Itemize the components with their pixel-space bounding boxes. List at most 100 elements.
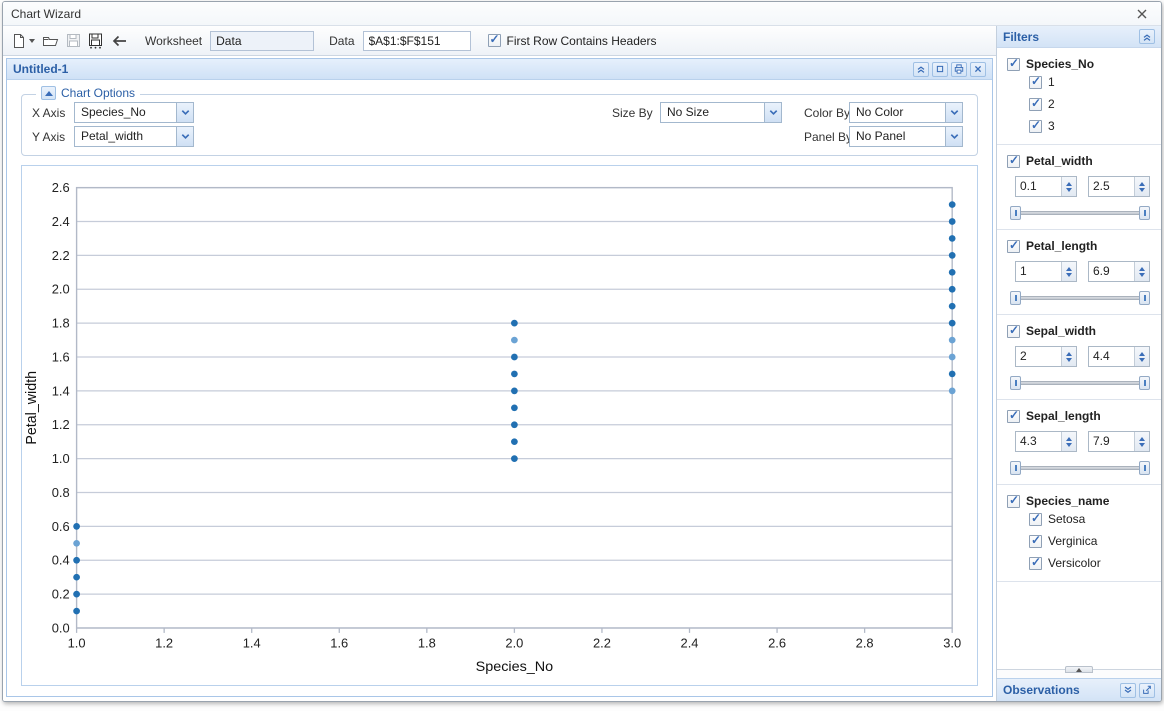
slider-handle-left[interactable] bbox=[1010, 376, 1021, 390]
slider-handle-left[interactable] bbox=[1010, 291, 1021, 305]
max-value[interactable]: 7.9 bbox=[1089, 432, 1134, 451]
range-slider[interactable] bbox=[1010, 206, 1150, 220]
max-spinbox[interactable]: 4.4 bbox=[1088, 346, 1150, 367]
option-checkbox[interactable] bbox=[1029, 557, 1042, 570]
filter-checkbox[interactable] bbox=[1007, 495, 1020, 508]
filter-option-verginica[interactable]: Verginica bbox=[1029, 530, 1153, 552]
max-spinbox[interactable]: 7.9 bbox=[1088, 431, 1150, 452]
min-spinbox[interactable]: 4.3 bbox=[1015, 431, 1077, 452]
slider-handle-right[interactable] bbox=[1139, 291, 1150, 305]
spin-up-icon[interactable] bbox=[1066, 352, 1072, 356]
filter-checkbox[interactable] bbox=[1007, 410, 1020, 423]
y-axis-dropdown[interactable]: Petal_width bbox=[74, 126, 194, 147]
worksheet-field[interactable] bbox=[210, 31, 314, 51]
filter-checkbox[interactable] bbox=[1007, 155, 1020, 168]
slider-track[interactable] bbox=[1010, 466, 1150, 470]
doc-close-button[interactable] bbox=[970, 62, 986, 77]
slider-handle-right[interactable] bbox=[1139, 206, 1150, 220]
doc-restore-button[interactable] bbox=[932, 62, 948, 77]
doc-collapse-button[interactable] bbox=[913, 62, 929, 77]
spin-down-icon[interactable] bbox=[1139, 443, 1145, 447]
size-by-dropdown[interactable]: No Size bbox=[660, 102, 782, 123]
option-checkbox[interactable] bbox=[1029, 98, 1042, 111]
spinner-buttons[interactable] bbox=[1134, 432, 1149, 451]
min-value[interactable]: 0.1 bbox=[1016, 177, 1061, 196]
spin-down-icon[interactable] bbox=[1139, 358, 1145, 362]
tab-untitled-1[interactable]: Untitled-1 bbox=[13, 62, 68, 76]
filter-checkbox[interactable] bbox=[1007, 240, 1020, 253]
spin-down-icon[interactable] bbox=[1139, 188, 1145, 192]
filter-toggle-species_name[interactable]: Species_name bbox=[1007, 494, 1153, 508]
spin-up-icon[interactable] bbox=[1066, 437, 1072, 441]
first-row-headers-group[interactable]: First Row Contains Headers bbox=[488, 34, 657, 48]
filter-toggle-petal_length[interactable]: Petal_length bbox=[1007, 239, 1153, 253]
filter-toggle-sepal_length[interactable]: Sepal_length bbox=[1007, 409, 1153, 423]
spinner-buttons[interactable] bbox=[1061, 177, 1076, 196]
range-slider[interactable] bbox=[1010, 376, 1150, 390]
filter-toggle-sepal_width[interactable]: Sepal_width bbox=[1007, 324, 1153, 338]
slider-handle-right[interactable] bbox=[1139, 376, 1150, 390]
first-row-checkbox[interactable] bbox=[488, 34, 501, 47]
slider-track[interactable] bbox=[1010, 381, 1150, 385]
min-value[interactable]: 2 bbox=[1016, 347, 1061, 366]
splitter-handle[interactable] bbox=[1065, 666, 1093, 673]
range-slider[interactable] bbox=[1010, 291, 1150, 305]
filters-collapse-button[interactable] bbox=[1139, 29, 1155, 44]
window-close-button[interactable] bbox=[1131, 5, 1153, 23]
panel-by-dropdown[interactable]: No Panel bbox=[849, 126, 963, 147]
spinner-buttons[interactable] bbox=[1134, 347, 1149, 366]
filter-checkbox[interactable] bbox=[1007, 58, 1020, 71]
slider-track[interactable] bbox=[1010, 211, 1150, 215]
x-axis-dropdown[interactable]: Species_No bbox=[74, 102, 194, 123]
doc-print-button[interactable] bbox=[951, 62, 967, 77]
back-button[interactable] bbox=[108, 29, 130, 53]
min-spinbox[interactable]: 1 bbox=[1015, 261, 1077, 282]
spin-down-icon[interactable] bbox=[1066, 273, 1072, 277]
spin-up-icon[interactable] bbox=[1066, 182, 1072, 186]
save-as-button[interactable] bbox=[86, 29, 105, 53]
option-checkbox[interactable] bbox=[1029, 76, 1042, 89]
new-file-button[interactable] bbox=[9, 29, 37, 53]
spin-down-icon[interactable] bbox=[1066, 188, 1072, 192]
spin-down-icon[interactable] bbox=[1066, 358, 1072, 362]
option-checkbox[interactable] bbox=[1029, 120, 1042, 133]
spin-up-icon[interactable] bbox=[1066, 267, 1072, 271]
max-value[interactable]: 2.5 bbox=[1089, 177, 1134, 196]
spinner-buttons[interactable] bbox=[1134, 177, 1149, 196]
color-by-dropdown[interactable]: No Color bbox=[849, 102, 963, 123]
max-value[interactable]: 4.4 bbox=[1089, 347, 1134, 366]
min-spinbox[interactable]: 2 bbox=[1015, 346, 1077, 367]
min-value[interactable]: 1 bbox=[1016, 262, 1061, 281]
spin-down-icon[interactable] bbox=[1066, 443, 1072, 447]
panel-splitter[interactable] bbox=[997, 669, 1161, 678]
spinner-buttons[interactable] bbox=[1061, 262, 1076, 281]
option-checkbox[interactable] bbox=[1029, 535, 1042, 548]
filter-option-setosa[interactable]: Setosa bbox=[1029, 508, 1153, 530]
filter-option-3[interactable]: 3 bbox=[1029, 115, 1153, 137]
range-slider[interactable] bbox=[1010, 461, 1150, 475]
max-spinbox[interactable]: 2.5 bbox=[1088, 176, 1150, 197]
slider-track[interactable] bbox=[1010, 296, 1150, 300]
min-value[interactable]: 4.3 bbox=[1016, 432, 1061, 451]
observations-popout-button[interactable] bbox=[1139, 683, 1155, 698]
observations-collapse-button[interactable] bbox=[1120, 683, 1136, 698]
spin-up-icon[interactable] bbox=[1139, 182, 1145, 186]
spin-up-icon[interactable] bbox=[1139, 352, 1145, 356]
filter-checkbox[interactable] bbox=[1007, 325, 1020, 338]
spinner-buttons[interactable] bbox=[1061, 347, 1076, 366]
max-spinbox[interactable]: 6.9 bbox=[1088, 261, 1150, 282]
spin-up-icon[interactable] bbox=[1139, 437, 1145, 441]
slider-handle-right[interactable] bbox=[1139, 461, 1150, 475]
save-button[interactable] bbox=[64, 29, 83, 53]
spin-up-icon[interactable] bbox=[1139, 267, 1145, 271]
spin-down-icon[interactable] bbox=[1139, 273, 1145, 277]
slider-handle-left[interactable] bbox=[1010, 206, 1021, 220]
option-checkbox[interactable] bbox=[1029, 513, 1042, 526]
filter-option-1[interactable]: 1 bbox=[1029, 71, 1153, 93]
filter-toggle-petal_width[interactable]: Petal_width bbox=[1007, 154, 1153, 168]
data-range-field[interactable] bbox=[363, 31, 471, 51]
max-value[interactable]: 6.9 bbox=[1089, 262, 1134, 281]
slider-handle-left[interactable] bbox=[1010, 461, 1021, 475]
chart-options-collapse-button[interactable] bbox=[41, 86, 56, 100]
filter-option-2[interactable]: 2 bbox=[1029, 93, 1153, 115]
